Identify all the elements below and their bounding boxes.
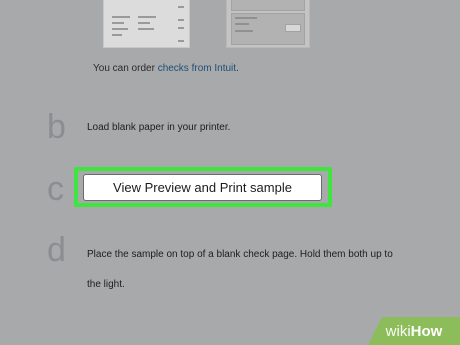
order-note-prefix: You can order <box>93 63 158 74</box>
step-b-text: Load blank paper in your printer. <box>87 122 231 133</box>
order-note-suffix: . <box>236 63 239 74</box>
watermark-wiki: wiki <box>385 322 411 340</box>
view-preview-and-print-sample-button[interactable]: View Preview and Print sample <box>83 174 322 201</box>
order-checks-note: You can order checks from Intuit. <box>93 63 239 74</box>
watermark-how: How <box>410 322 443 340</box>
step-letter-b: b <box>47 108 66 146</box>
step-d-text-line1: Place the sample on top of a blank check… <box>87 249 393 260</box>
step-letter-c: c <box>47 170 64 208</box>
check-voucher-thumbnail <box>226 0 310 48</box>
check-sample-thumbnail <box>103 0 190 48</box>
checks-from-intuit-link[interactable]: checks from Intuit <box>158 63 236 74</box>
step-letter-d: d <box>47 231 66 269</box>
wikihow-watermark: wiki How <box>368 317 460 345</box>
step-d-text-line2: the light. <box>87 279 125 290</box>
